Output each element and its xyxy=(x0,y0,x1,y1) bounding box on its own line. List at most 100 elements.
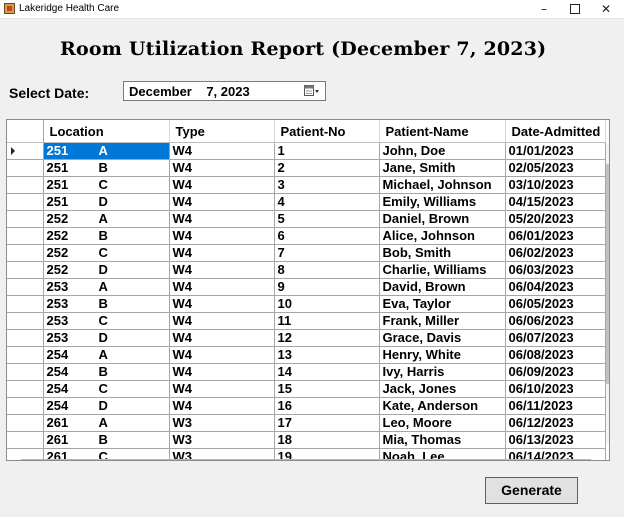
cell-type[interactable]: W4 xyxy=(169,346,275,364)
table-row[interactable]: 261 B W3 18 Mia, Thomas 06/13/2023 xyxy=(7,431,606,449)
cell-location[interactable]: 254 B xyxy=(43,363,170,381)
cell-location[interactable]: 254 D xyxy=(43,397,170,415)
cell-location[interactable]: 251 C xyxy=(43,176,170,194)
table-row[interactable]: 251 B W4 2 Jane, Smith 02/05/2023 xyxy=(7,159,606,177)
row-header[interactable] xyxy=(7,346,44,364)
cell-date-admitted[interactable]: 06/02/2023 xyxy=(505,244,606,262)
cell-date-admitted[interactable]: 06/06/2023 xyxy=(505,312,606,330)
table-row[interactable]: 251 A W4 1 John, Doe 01/01/2023 xyxy=(7,142,606,160)
cell-patient-no[interactable]: 18 xyxy=(274,431,380,449)
cell-patient-no[interactable]: 8 xyxy=(274,261,380,279)
cell-type[interactable]: W3 xyxy=(169,431,275,449)
cell-date-admitted[interactable]: 01/01/2023 xyxy=(505,142,606,160)
cell-patient-name[interactable]: Jack, Jones xyxy=(379,380,506,398)
cell-location[interactable]: 252 D xyxy=(43,261,170,279)
row-header[interactable] xyxy=(7,193,44,211)
row-header[interactable] xyxy=(7,295,44,313)
cell-type[interactable]: W4 xyxy=(169,380,275,398)
cell-location[interactable]: 252 A xyxy=(43,210,170,228)
row-header[interactable] xyxy=(7,414,44,432)
row-header[interactable] xyxy=(7,278,44,296)
cell-location[interactable]: 261 B xyxy=(43,431,170,449)
table-row[interactable]: 252 C W4 7 Bob, Smith 06/02/2023 xyxy=(7,244,606,262)
cell-location[interactable]: 251 B xyxy=(43,159,170,177)
table-row[interactable]: 261 A W3 17 Leo, Moore 06/12/2023 xyxy=(7,414,606,432)
column-header-patient-no[interactable]: Patient-No xyxy=(274,120,380,143)
cell-location[interactable]: 251 A xyxy=(43,142,170,160)
cell-date-admitted[interactable]: 06/05/2023 xyxy=(505,295,606,313)
cell-location[interactable]: 253 D xyxy=(43,329,170,347)
cell-patient-name[interactable]: Eva, Taylor xyxy=(379,295,506,313)
cell-patient-no[interactable]: 3 xyxy=(274,176,380,194)
cell-type[interactable]: W4 xyxy=(169,329,275,347)
horizontal-scrollbar[interactable] xyxy=(21,459,591,460)
row-header[interactable] xyxy=(7,363,44,381)
table-row[interactable]: 254 C W4 15 Jack, Jones 06/10/2023 xyxy=(7,380,606,398)
cell-patient-no[interactable]: 11 xyxy=(274,312,380,330)
cell-patient-name[interactable]: Emily, Williams xyxy=(379,193,506,211)
cell-date-admitted[interactable]: 06/08/2023 xyxy=(505,346,606,364)
table-row[interactable]: 252 A W4 5 Daniel, Brown 05/20/2023 xyxy=(7,210,606,228)
cell-date-admitted[interactable]: 06/03/2023 xyxy=(505,261,606,279)
cell-patient-name[interactable]: Bob, Smith xyxy=(379,244,506,262)
table-row[interactable]: 251 C W4 3 Michael, Johnson 03/10/2023 xyxy=(7,176,606,194)
cell-date-admitted[interactable]: 02/05/2023 xyxy=(505,159,606,177)
cell-patient-name[interactable]: Mia, Thomas xyxy=(379,431,506,449)
table-row[interactable]: 253 B W4 10 Eva, Taylor 06/05/2023 xyxy=(7,295,606,313)
cell-date-admitted[interactable]: 06/13/2023 xyxy=(505,431,606,449)
cell-date-admitted[interactable]: 06/01/2023 xyxy=(505,227,606,245)
cell-patient-name[interactable]: John, Doe xyxy=(379,142,506,160)
table-row[interactable]: 253 A W4 9 David, Brown 06/04/2023 xyxy=(7,278,606,296)
cell-date-admitted[interactable]: 06/07/2023 xyxy=(505,329,606,347)
cell-date-admitted[interactable]: 06/11/2023 xyxy=(505,397,606,415)
generate-button[interactable]: Generate xyxy=(485,477,578,504)
table-row[interactable]: 252 D W4 8 Charlie, Williams 06/03/2023 xyxy=(7,261,606,279)
row-header[interactable] xyxy=(7,261,44,279)
row-header[interactable] xyxy=(7,244,44,262)
table-row[interactable]: 254 B W4 14 Ivy, Harris 06/09/2023 xyxy=(7,363,606,381)
cell-type[interactable]: W4 xyxy=(169,159,275,177)
cell-type[interactable]: W4 xyxy=(169,244,275,262)
cell-patient-name[interactable]: Kate, Anderson xyxy=(379,397,506,415)
patient-grid[interactable]: Location Type Patient-No Patient-Name Da… xyxy=(6,119,610,461)
table-row[interactable]: 251 D W4 4 Emily, Williams 04/15/2023 xyxy=(7,193,606,211)
cell-type[interactable]: W4 xyxy=(169,193,275,211)
table-row[interactable]: 254 D W4 16 Kate, Anderson 06/11/2023 xyxy=(7,397,606,415)
cell-location[interactable]: 252 B xyxy=(43,227,170,245)
row-header[interactable] xyxy=(7,142,44,160)
cell-patient-no[interactable]: 1 xyxy=(274,142,380,160)
cell-date-admitted[interactable]: 06/10/2023 xyxy=(505,380,606,398)
vertical-scrollbar-thumb[interactable] xyxy=(606,164,609,384)
cell-type[interactable]: W3 xyxy=(169,414,275,432)
cell-date-admitted[interactable]: 03/10/2023 xyxy=(505,176,606,194)
cell-location[interactable]: 253 A xyxy=(43,278,170,296)
cell-patient-name[interactable]: David, Brown xyxy=(379,278,506,296)
cell-location[interactable]: 254 A xyxy=(43,346,170,364)
cell-patient-no[interactable]: 9 xyxy=(274,278,380,296)
row-header[interactable] xyxy=(7,397,44,415)
column-header-type[interactable]: Type xyxy=(169,120,275,143)
cell-patient-name[interactable]: Ivy, Harris xyxy=(379,363,506,381)
cell-patient-no[interactable]: 16 xyxy=(274,397,380,415)
row-header[interactable] xyxy=(7,312,44,330)
row-header[interactable] xyxy=(7,227,44,245)
cell-location[interactable]: 261 A xyxy=(43,414,170,432)
cell-patient-name[interactable]: Charlie, Williams xyxy=(379,261,506,279)
table-row[interactable]: 253 C W4 11 Frank, Miller 06/06/2023 xyxy=(7,312,606,330)
cell-patient-name[interactable]: Michael, Johnson xyxy=(379,176,506,194)
cell-type[interactable]: W4 xyxy=(169,397,275,415)
cell-type[interactable]: W4 xyxy=(169,227,275,245)
cell-patient-no[interactable]: 6 xyxy=(274,227,380,245)
row-header[interactable] xyxy=(7,176,44,194)
cell-type[interactable]: W4 xyxy=(169,142,275,160)
cell-patient-name[interactable]: Alice, Johnson xyxy=(379,227,506,245)
column-header-location[interactable]: Location xyxy=(43,120,170,143)
cell-type[interactable]: W4 xyxy=(169,363,275,381)
maximize-button[interactable] xyxy=(560,0,590,18)
cell-date-admitted[interactable]: 06/04/2023 xyxy=(505,278,606,296)
cell-date-admitted[interactable]: 04/15/2023 xyxy=(505,193,606,211)
row-header[interactable] xyxy=(7,210,44,228)
cell-location[interactable]: 254 C xyxy=(43,380,170,398)
table-row[interactable]: 253 D W4 12 Grace, Davis 06/07/2023 xyxy=(7,329,606,347)
cell-patient-no[interactable]: 12 xyxy=(274,329,380,347)
